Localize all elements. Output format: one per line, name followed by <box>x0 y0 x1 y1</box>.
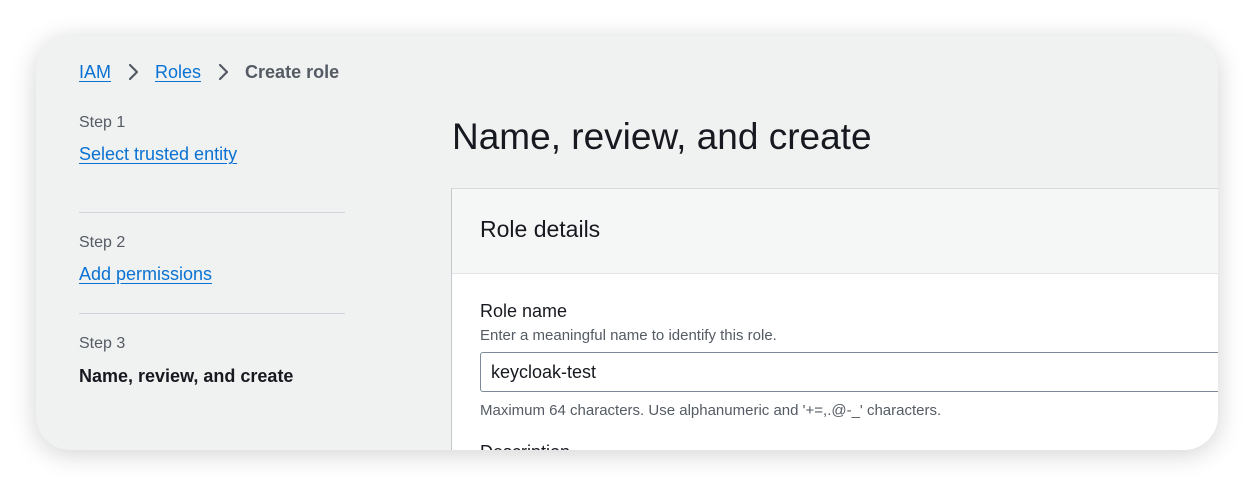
wizard-step-2: Step 2 Add permissions <box>79 212 345 313</box>
breadcrumb-link-iam[interactable]: IAM <box>79 62 111 83</box>
description-label: Description <box>480 442 570 450</box>
role-details-panel: Role details Role name Enter a meaningfu… <box>451 188 1218 450</box>
step-label: Step 3 <box>79 335 126 352</box>
step-label: Step 1 <box>79 114 126 131</box>
wizard-step-3: Step 3 Name, review, and create <box>79 313 345 414</box>
panel-title: Role details <box>480 216 601 242</box>
step-current-title: Name, review, and create <box>79 366 294 386</box>
role-name-constraint: Maximum 64 characters. Use alphanumeric … <box>480 402 942 419</box>
role-name-description: Enter a meaningful name to identify this… <box>480 327 777 344</box>
panel-header: Role details <box>452 189 1218 274</box>
breadcrumb-current: Create role <box>245 61 340 82</box>
wizard-steps: Step 1 Select trusted entity Step 2 Add … <box>79 112 345 414</box>
step-link-add-permissions[interactable]: Add permissions <box>79 264 212 285</box>
breadcrumb-link-roles[interactable]: Roles <box>155 62 201 83</box>
step-link-select-trusted-entity[interactable]: Select trusted entity <box>79 144 237 165</box>
chevron-right-icon <box>124 63 142 81</box>
page-title: Name, review, and create <box>452 116 872 157</box>
step-label: Step 2 <box>79 234 126 251</box>
wizard-step-1: Step 1 Select trusted entity <box>79 112 345 212</box>
console-window: IAM Roles Create role Step 1 Select trus… <box>36 36 1218 450</box>
role-name-label: Role name <box>480 301 568 321</box>
breadcrumb: IAM Roles Create role <box>79 60 339 84</box>
chevron-right-icon <box>214 63 232 81</box>
role-name-input[interactable] <box>480 352 1218 392</box>
